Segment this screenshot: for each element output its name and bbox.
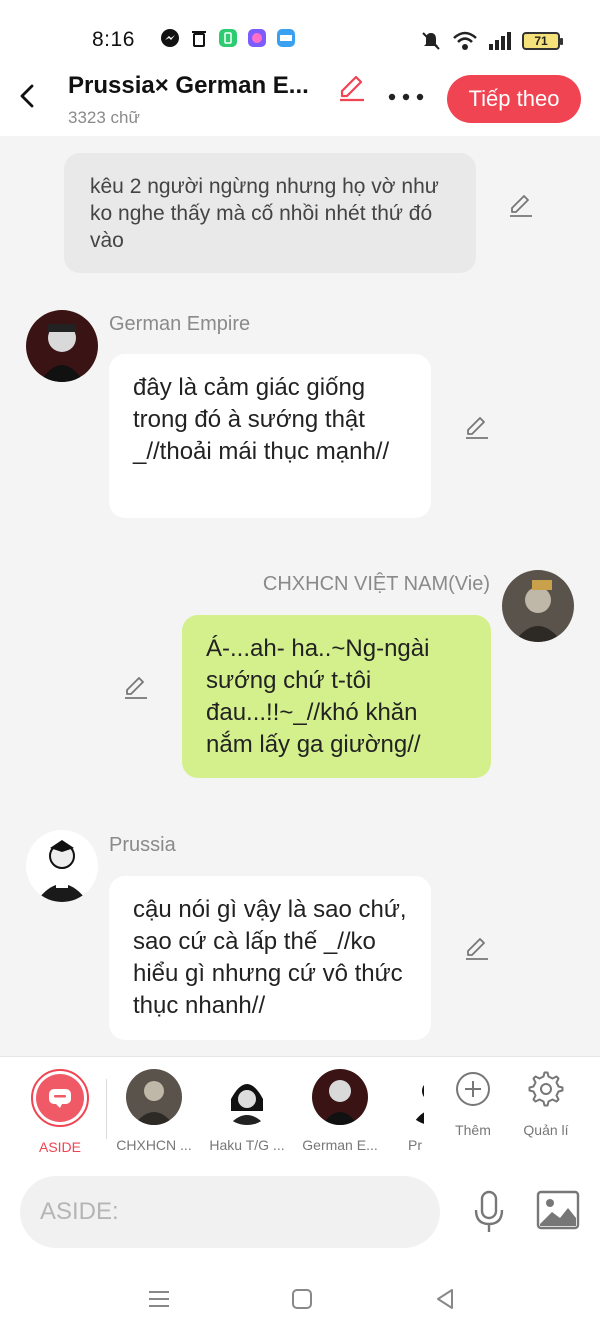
- next-button[interactable]: Tiếp theo: [447, 75, 581, 123]
- character-label: Haku T/G ...: [209, 1137, 285, 1153]
- battery-saver-icon: [219, 29, 237, 47]
- status-time: 8:16: [92, 28, 135, 51]
- story-header: Prussia× German E... 3323 chữ Tiếp theo: [0, 62, 600, 136]
- back-arrow-icon[interactable]: [14, 82, 42, 110]
- aside-ring: [31, 1069, 89, 1127]
- menu-icon[interactable]: [144, 1284, 174, 1314]
- character-avatar: [126, 1069, 182, 1125]
- back-triangle-icon[interactable]: [430, 1284, 460, 1314]
- character-avatar: [404, 1069, 424, 1125]
- message-bubble[interactable]: cậu nói gì vậy là sao chứ, sao cứ cà lấp…: [109, 876, 431, 1040]
- message-input[interactable]: [20, 1176, 440, 1248]
- character-label: ASIDE: [38, 1139, 81, 1155]
- character-avatar: [312, 1069, 368, 1125]
- system-nav-bar: [0, 1264, 600, 1333]
- edit-title-icon[interactable]: [336, 72, 368, 104]
- system-icons: 71: [420, 30, 563, 52]
- gear-icon: [528, 1071, 564, 1107]
- character-label: Pr: [408, 1137, 422, 1153]
- message-bubble[interactable]: đây là cảm giác giống trong đó à sướng t…: [109, 354, 431, 518]
- composer-bar: [0, 1164, 600, 1264]
- messenger-icon: [161, 29, 179, 47]
- character-prussia[interactable]: Pr: [390, 1069, 424, 1153]
- add-label: Thêm: [455, 1122, 491, 1138]
- noveltoon-icon: [277, 29, 295, 47]
- add-character-button[interactable]: Thêm: [438, 1071, 508, 1138]
- manage-label: Quản lí: [523, 1122, 569, 1138]
- chat-area[interactable]: kêu 2 người ngừng nhưng họ vờ như ko ngh…: [0, 136, 600, 1056]
- character-label: CHXHCN ...: [116, 1137, 192, 1153]
- more-options-icon[interactable]: [386, 82, 426, 112]
- battery-indicator: 71: [522, 32, 563, 50]
- trash-icon: [192, 31, 206, 47]
- aside-message[interactable]: kêu 2 người ngừng nhưng họ vờ như ko ngh…: [64, 153, 476, 273]
- character-label: German E...: [302, 1137, 378, 1153]
- character-avatar: [219, 1069, 275, 1125]
- home-icon[interactable]: [287, 1284, 317, 1314]
- image-icon[interactable]: [536, 1190, 580, 1230]
- sender-name: German Empire: [109, 313, 251, 335]
- notification-icons: [160, 28, 296, 48]
- edit-message-icon[interactable]: [463, 934, 491, 962]
- message-bubble-self[interactable]: Á-...ah- ha..~Ng-ngài sướng chứ t-tôi đa…: [182, 615, 491, 778]
- sender-name: CHXHCN VIỆT NAM(Vie): [262, 573, 490, 595]
- character-aside[interactable]: ASIDE: [15, 1069, 105, 1155]
- character-haku[interactable]: Haku T/G ...: [202, 1069, 292, 1153]
- manage-characters-button[interactable]: Quản lí: [511, 1071, 581, 1138]
- plus-circle-icon: [456, 1072, 490, 1106]
- aside-avatar: [36, 1074, 84, 1122]
- signal-icon: [489, 32, 511, 50]
- character-german-empire[interactable]: German E...: [295, 1069, 385, 1153]
- character-chxhcn[interactable]: CHXHCN ...: [109, 1069, 199, 1153]
- character-selector: ASIDE CHXHCN ... Haku T/G ... German E..…: [0, 1056, 600, 1164]
- app-icon: [248, 29, 266, 47]
- avatar-german-empire[interactable]: [26, 310, 98, 382]
- sender-name: Prussia: [109, 834, 176, 856]
- mute-icon: [422, 32, 440, 50]
- word-count: 3323 chữ: [68, 108, 140, 127]
- avatar-prussia[interactable]: [26, 830, 98, 902]
- avatar-chxhcn[interactable]: [502, 570, 574, 642]
- story-title: Prussia× German E...: [68, 72, 309, 99]
- divider: [106, 1079, 107, 1139]
- edit-message-icon[interactable]: [463, 413, 491, 441]
- microphone-icon[interactable]: [470, 1190, 508, 1234]
- edit-message-icon[interactable]: [122, 673, 150, 701]
- speech-bubble-icon: [49, 1089, 71, 1108]
- edit-message-icon[interactable]: [507, 191, 535, 219]
- wifi-icon: [453, 31, 477, 50]
